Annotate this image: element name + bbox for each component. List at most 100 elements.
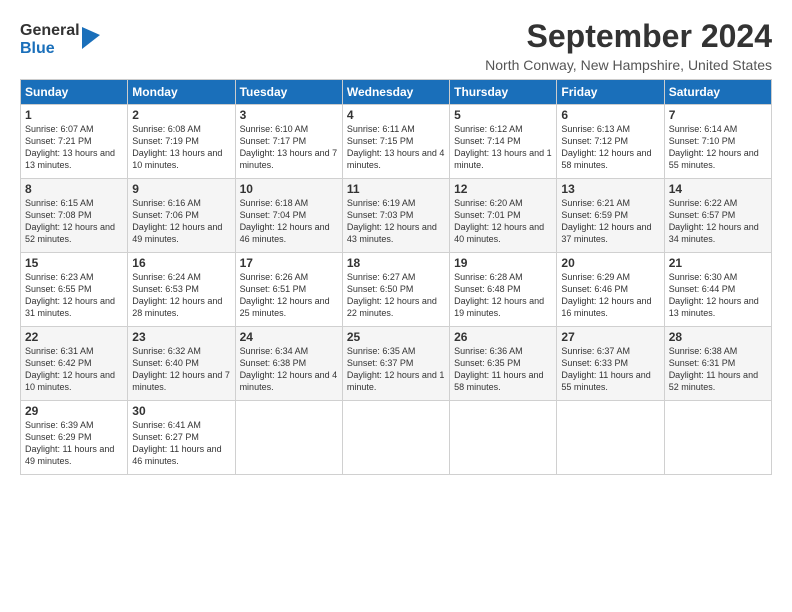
day-number: 23 bbox=[132, 330, 230, 344]
calendar-cell bbox=[664, 401, 771, 475]
calendar-cell bbox=[342, 401, 449, 475]
calendar-cell: 24Sunrise: 6:34 AM Sunset: 6:38 PM Dayli… bbox=[235, 327, 342, 401]
calendar-cell: 19Sunrise: 6:28 AM Sunset: 6:48 PM Dayli… bbox=[450, 253, 557, 327]
day-header: Sunday bbox=[21, 80, 128, 105]
day-info: Sunrise: 6:14 AM Sunset: 7:10 PM Dayligh… bbox=[669, 123, 767, 172]
calendar-cell: 20Sunrise: 6:29 AM Sunset: 6:46 PM Dayli… bbox=[557, 253, 664, 327]
calendar-cell: 25Sunrise: 6:35 AM Sunset: 6:37 PM Dayli… bbox=[342, 327, 449, 401]
calendar-cell: 12Sunrise: 6:20 AM Sunset: 7:01 PM Dayli… bbox=[450, 179, 557, 253]
day-number: 10 bbox=[240, 182, 338, 196]
day-number: 18 bbox=[347, 256, 445, 270]
calendar-cell: 23Sunrise: 6:32 AM Sunset: 6:40 PM Dayli… bbox=[128, 327, 235, 401]
day-info: Sunrise: 6:16 AM Sunset: 7:06 PM Dayligh… bbox=[132, 197, 230, 246]
calendar-table: SundayMondayTuesdayWednesdayThursdayFrid… bbox=[20, 79, 772, 475]
calendar-cell: 14Sunrise: 6:22 AM Sunset: 6:57 PM Dayli… bbox=[664, 179, 771, 253]
day-number: 30 bbox=[132, 404, 230, 418]
day-info: Sunrise: 6:12 AM Sunset: 7:14 PM Dayligh… bbox=[454, 123, 552, 172]
calendar-cell: 21Sunrise: 6:30 AM Sunset: 6:44 PM Dayli… bbox=[664, 253, 771, 327]
calendar-cell: 29Sunrise: 6:39 AM Sunset: 6:29 PM Dayli… bbox=[21, 401, 128, 475]
calendar-header-row: SundayMondayTuesdayWednesdayThursdayFrid… bbox=[21, 80, 772, 105]
day-number: 27 bbox=[561, 330, 659, 344]
day-header: Wednesday bbox=[342, 80, 449, 105]
day-info: Sunrise: 6:18 AM Sunset: 7:04 PM Dayligh… bbox=[240, 197, 338, 246]
calendar-cell: 1Sunrise: 6:07 AM Sunset: 7:21 PM Daylig… bbox=[21, 105, 128, 179]
day-number: 4 bbox=[347, 108, 445, 122]
day-info: Sunrise: 6:34 AM Sunset: 6:38 PM Dayligh… bbox=[240, 345, 338, 394]
calendar-cell: 3Sunrise: 6:10 AM Sunset: 7:17 PM Daylig… bbox=[235, 105, 342, 179]
day-header: Tuesday bbox=[235, 80, 342, 105]
day-info: Sunrise: 6:28 AM Sunset: 6:48 PM Dayligh… bbox=[454, 271, 552, 320]
calendar-cell: 2Sunrise: 6:08 AM Sunset: 7:19 PM Daylig… bbox=[128, 105, 235, 179]
day-number: 7 bbox=[669, 108, 767, 122]
calendar-cell: 7Sunrise: 6:14 AM Sunset: 7:10 PM Daylig… bbox=[664, 105, 771, 179]
day-info: Sunrise: 6:39 AM Sunset: 6:29 PM Dayligh… bbox=[25, 419, 123, 468]
calendar-cell bbox=[557, 401, 664, 475]
day-number: 2 bbox=[132, 108, 230, 122]
calendar-cell: 5Sunrise: 6:12 AM Sunset: 7:14 PM Daylig… bbox=[450, 105, 557, 179]
day-number: 3 bbox=[240, 108, 338, 122]
day-number: 1 bbox=[25, 108, 123, 122]
day-number: 8 bbox=[25, 182, 123, 196]
calendar-cell: 22Sunrise: 6:31 AM Sunset: 6:42 PM Dayli… bbox=[21, 327, 128, 401]
day-info: Sunrise: 6:27 AM Sunset: 6:50 PM Dayligh… bbox=[347, 271, 445, 320]
logo-blue: Blue bbox=[20, 40, 55, 57]
calendar-cell: 27Sunrise: 6:37 AM Sunset: 6:33 PM Dayli… bbox=[557, 327, 664, 401]
day-info: Sunrise: 6:32 AM Sunset: 6:40 PM Dayligh… bbox=[132, 345, 230, 394]
day-number: 24 bbox=[240, 330, 338, 344]
day-number: 21 bbox=[669, 256, 767, 270]
day-number: 15 bbox=[25, 256, 123, 270]
day-number: 19 bbox=[454, 256, 552, 270]
calendar-cell: 11Sunrise: 6:19 AM Sunset: 7:03 PM Dayli… bbox=[342, 179, 449, 253]
day-number: 11 bbox=[347, 182, 445, 196]
calendar-cell: 16Sunrise: 6:24 AM Sunset: 6:53 PM Dayli… bbox=[128, 253, 235, 327]
day-number: 26 bbox=[454, 330, 552, 344]
day-info: Sunrise: 6:22 AM Sunset: 6:57 PM Dayligh… bbox=[669, 197, 767, 246]
day-info: Sunrise: 6:38 AM Sunset: 6:31 PM Dayligh… bbox=[669, 345, 767, 394]
header: General Blue September 2024 North Conway… bbox=[20, 18, 772, 73]
day-info: Sunrise: 6:26 AM Sunset: 6:51 PM Dayligh… bbox=[240, 271, 338, 320]
calendar-cell: 6Sunrise: 6:13 AM Sunset: 7:12 PM Daylig… bbox=[557, 105, 664, 179]
day-info: Sunrise: 6:29 AM Sunset: 6:46 PM Dayligh… bbox=[561, 271, 659, 320]
day-number: 25 bbox=[347, 330, 445, 344]
calendar-cell: 28Sunrise: 6:38 AM Sunset: 6:31 PM Dayli… bbox=[664, 327, 771, 401]
day-info: Sunrise: 6:13 AM Sunset: 7:12 PM Dayligh… bbox=[561, 123, 659, 172]
day-info: Sunrise: 6:41 AM Sunset: 6:27 PM Dayligh… bbox=[132, 419, 230, 468]
calendar-cell: 26Sunrise: 6:36 AM Sunset: 6:35 PM Dayli… bbox=[450, 327, 557, 401]
day-info: Sunrise: 6:20 AM Sunset: 7:01 PM Dayligh… bbox=[454, 197, 552, 246]
day-header: Thursday bbox=[450, 80, 557, 105]
calendar-cell: 4Sunrise: 6:11 AM Sunset: 7:15 PM Daylig… bbox=[342, 105, 449, 179]
day-info: Sunrise: 6:10 AM Sunset: 7:17 PM Dayligh… bbox=[240, 123, 338, 172]
day-info: Sunrise: 6:30 AM Sunset: 6:44 PM Dayligh… bbox=[669, 271, 767, 320]
calendar-cell bbox=[235, 401, 342, 475]
day-info: Sunrise: 6:19 AM Sunset: 7:03 PM Dayligh… bbox=[347, 197, 445, 246]
day-header: Saturday bbox=[664, 80, 771, 105]
day-number: 16 bbox=[132, 256, 230, 270]
day-number: 22 bbox=[25, 330, 123, 344]
day-header: Friday bbox=[557, 80, 664, 105]
calendar-cell: 18Sunrise: 6:27 AM Sunset: 6:50 PM Dayli… bbox=[342, 253, 449, 327]
title-area: September 2024 North Conway, New Hampshi… bbox=[485, 18, 772, 73]
day-number: 17 bbox=[240, 256, 338, 270]
day-header: Monday bbox=[128, 80, 235, 105]
day-number: 6 bbox=[561, 108, 659, 122]
day-info: Sunrise: 6:36 AM Sunset: 6:35 PM Dayligh… bbox=[454, 345, 552, 394]
calendar-week-row: 15Sunrise: 6:23 AM Sunset: 6:55 PM Dayli… bbox=[21, 253, 772, 327]
day-number: 13 bbox=[561, 182, 659, 196]
day-info: Sunrise: 6:24 AM Sunset: 6:53 PM Dayligh… bbox=[132, 271, 230, 320]
day-info: Sunrise: 6:37 AM Sunset: 6:33 PM Dayligh… bbox=[561, 345, 659, 394]
day-number: 28 bbox=[669, 330, 767, 344]
calendar-cell: 10Sunrise: 6:18 AM Sunset: 7:04 PM Dayli… bbox=[235, 179, 342, 253]
day-info: Sunrise: 6:21 AM Sunset: 6:59 PM Dayligh… bbox=[561, 197, 659, 246]
day-info: Sunrise: 6:35 AM Sunset: 6:37 PM Dayligh… bbox=[347, 345, 445, 394]
calendar-cell: 30Sunrise: 6:41 AM Sunset: 6:27 PM Dayli… bbox=[128, 401, 235, 475]
day-number: 12 bbox=[454, 182, 552, 196]
day-number: 29 bbox=[25, 404, 123, 418]
day-number: 9 bbox=[132, 182, 230, 196]
day-info: Sunrise: 6:23 AM Sunset: 6:55 PM Dayligh… bbox=[25, 271, 123, 320]
day-info: Sunrise: 6:11 AM Sunset: 7:15 PM Dayligh… bbox=[347, 123, 445, 172]
day-info: Sunrise: 6:07 AM Sunset: 7:21 PM Dayligh… bbox=[25, 123, 123, 172]
day-info: Sunrise: 6:15 AM Sunset: 7:08 PM Dayligh… bbox=[25, 197, 123, 246]
calendar-cell bbox=[450, 401, 557, 475]
day-info: Sunrise: 6:08 AM Sunset: 7:19 PM Dayligh… bbox=[132, 123, 230, 172]
day-number: 20 bbox=[561, 256, 659, 270]
